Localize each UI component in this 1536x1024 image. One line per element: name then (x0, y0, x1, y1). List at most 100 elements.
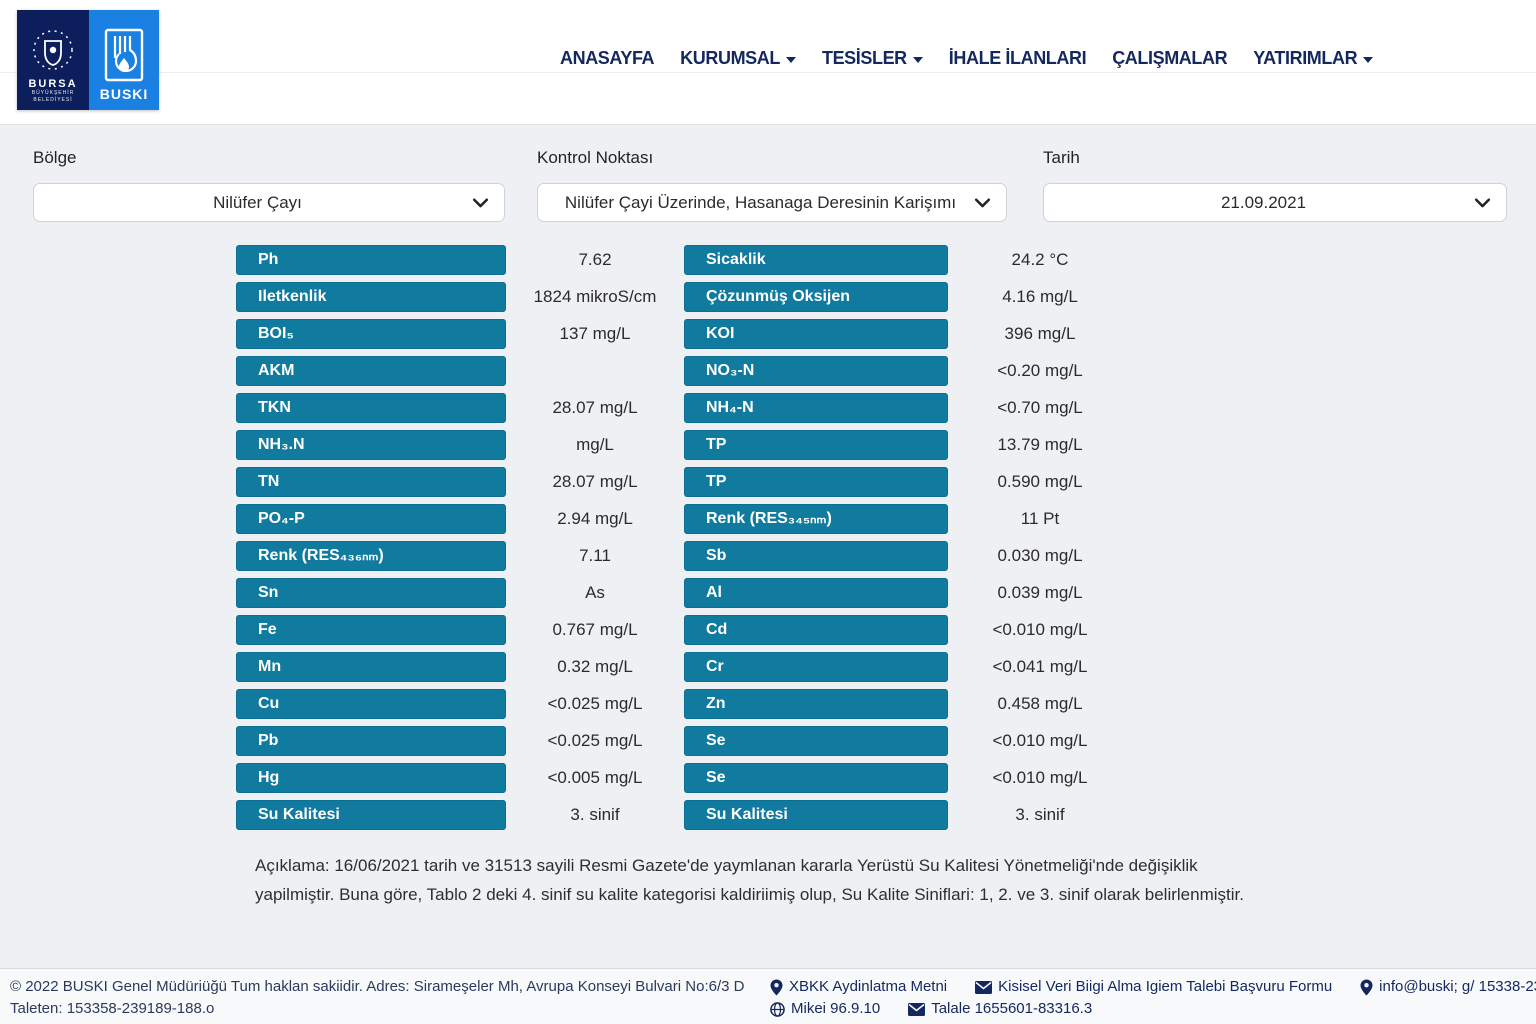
nav-item-label: ÇALIŞMALAR (1112, 48, 1227, 69)
buski-logo[interactable]: BURSA BÜYÜKŞEHİR BELEDİYESİ BUSKI (17, 10, 159, 110)
tarih-select[interactable]: 21.09.2021 (1043, 183, 1507, 222)
table-row: BOI₅ 137 mg/L KOI 396 mg/L (236, 319, 1136, 349)
table-row: AKM NO₃-N <0.20 mg/L (236, 356, 1136, 386)
kontrol-select-value: Nilüfer Çayi Üzerinde, Hasanaga Deresini… (556, 193, 965, 213)
footer-link-label: Talale 1655601-83316.3 (931, 998, 1092, 1020)
bursa-emblem-icon (31, 28, 75, 72)
logo-buski-name: BUSKI (100, 86, 149, 102)
nav-item-4[interactable]: ÇALIŞMALAR (1112, 48, 1227, 69)
parameter-label-left: Sn (236, 578, 506, 608)
logo-city-sub1: BÜYÜKŞEHİR (32, 90, 75, 97)
parameter-label-right: Cd (684, 615, 948, 645)
parameter-label-left: Ph (236, 245, 506, 275)
nav-item-5[interactable]: YATIRIMLAR (1253, 48, 1373, 69)
footer-link-2-1[interactable]: Talale 1655601-83316.3 (908, 998, 1092, 1020)
parameter-value-left: mg/L (506, 435, 684, 455)
footer-link-label: info@buski; g/ 15338-2331891 (1379, 976, 1536, 998)
parameter-label-left: TN (236, 467, 506, 497)
table-row: Renk (RES₄₃₆ₙₘ) 7.11 Sb 0.030 mg/L (236, 541, 1136, 571)
nav-item-0[interactable]: ANASAYFA (560, 48, 654, 69)
parameter-label-left: Fe (236, 615, 506, 645)
table-row: TN 28.07 mg/L TP 0.590 mg/L (236, 467, 1136, 497)
parameter-value-left: <0.025 mg/L (506, 694, 684, 714)
chevron-down-icon (471, 193, 490, 212)
footer-link-1-1[interactable]: Kisisel Veri Biigi Alma Igiem Talebi Baş… (975, 976, 1332, 998)
footer-copyright: © 2022 BUSKI Genel Müdüriüğü Tum haklan … (10, 976, 744, 998)
parameter-label-right: Sicaklik (684, 245, 948, 275)
chevron-down-icon (973, 193, 992, 212)
parameter-value-right: <0.20 mg/L (948, 361, 1132, 381)
footer-link-1-0[interactable]: XBKK Aydinlatma Metni (770, 976, 947, 998)
buski-mark: BUSKI (89, 10, 159, 110)
parameter-label-left: Mn (236, 652, 506, 682)
table-row: Su Kalitesi 3. sinif Su Kalitesi 3. sini… (236, 800, 1136, 830)
parameter-value-left: 7.11 (506, 546, 684, 566)
parameter-value-right: 0.039 mg/L (948, 583, 1132, 603)
tarih-select-value: 21.09.2021 (1062, 193, 1465, 213)
parameter-label-left: Su Kalitesi (236, 800, 506, 830)
parameter-value-right: <0.010 mg/L (948, 768, 1132, 788)
table-row: Sn As Al 0.039 mg/L (236, 578, 1136, 608)
parameter-label-left: Hg (236, 763, 506, 793)
footer-link-1-2[interactable]: info@buski; g/ 15338-2331891 (1360, 976, 1536, 998)
footer-phone: Taleten: 153358-239189-188.o (10, 998, 744, 1020)
parameter-label-left: Pb (236, 726, 506, 756)
parameter-label-left: PO₄-P (236, 504, 506, 534)
parameter-value-left: 2.94 mg/L (506, 509, 684, 529)
kontrol-noktasi-select[interactable]: Nilüfer Çayi Üzerinde, Hasanaga Deresini… (537, 183, 1007, 222)
parameter-label-right: Se (684, 726, 948, 756)
chevron-down-icon (1473, 193, 1492, 212)
parameter-value-right: 0.590 mg/L (948, 472, 1132, 492)
nav-item-3[interactable]: İHALE İLANLARI (949, 48, 1086, 69)
footer-links: XBKK Aydinlatma Metni Kisisel Veri Biigi … (770, 976, 1536, 1020)
envelope-icon (975, 981, 992, 994)
water-drop-icon (103, 28, 145, 86)
nav-item-label: KURUMSAL (680, 48, 780, 69)
parameter-label-right: Se (684, 763, 948, 793)
parameter-value-right: 396 mg/L (948, 324, 1132, 344)
envelope-icon (908, 1003, 925, 1016)
parameter-label-right: Zn (684, 689, 948, 719)
parameter-value-right: 24.2 °C (948, 250, 1132, 270)
parameter-value-left: 0.767 mg/L (506, 620, 684, 640)
main-nav: ANASAYFA KURUMSAL TESİSLER İHALE İLANLARI ÇA… (560, 48, 1373, 69)
nav-item-2[interactable]: TESİSLER (822, 48, 923, 69)
footer-link-label: Kisisel Veri Biigi Alma Igiem Talebi Baş… (998, 976, 1332, 998)
nav-item-label: ANASAYFA (560, 48, 654, 69)
parameter-value-left: 7.62 (506, 250, 684, 270)
parameter-label-left: Iletkenlik (236, 282, 506, 312)
parameter-label-right: Al (684, 578, 948, 608)
footer-link-label: XBKK Aydinlatma Metni (789, 976, 947, 998)
parameter-value-left: <0.025 mg/L (506, 731, 684, 751)
caret-down-icon (786, 57, 796, 63)
logo-city-sub2: BELEDİYESİ (33, 97, 72, 104)
parameter-label-right: Cr (684, 652, 948, 682)
table-row: TKN 28.07 mg/L NH₄-N <0.70 mg/L (236, 393, 1136, 423)
parameter-label-right: Su Kalitesi (684, 800, 948, 830)
parameter-label-left: AKM (236, 356, 506, 386)
parameter-value-right: 13.79 mg/L (948, 435, 1132, 455)
parameter-value-right: <0.010 mg/L (948, 620, 1132, 640)
header: ANASAYFA KURUMSAL TESİSLER İHALE İLANLARI ÇA… (0, 0, 1536, 125)
parameter-label-right: TP (684, 430, 948, 460)
bolge-select[interactable]: Nilüfer Çayı (33, 183, 505, 222)
table-row: Cu <0.025 mg/L Zn 0.458 mg/L (236, 689, 1136, 719)
globe-icon (770, 1002, 785, 1017)
parameter-value-left: 1824 mikroS/cm (506, 287, 684, 307)
header-divider (0, 72, 1536, 73)
pin-icon (770, 979, 783, 996)
bursa-city-logo: BURSA BÜYÜKŞEHİR BELEDİYESİ (17, 10, 89, 110)
parameter-label-left: BOI₅ (236, 319, 506, 349)
parameter-label-left: TKN (236, 393, 506, 423)
water-quality-table: Ph 7.62 Sicaklik 24.2 °C Iletkenlik 1824… (236, 245, 1136, 837)
parameter-value-right: 0.458 mg/L (948, 694, 1132, 714)
nav-item-1[interactable]: KURUMSAL (680, 48, 796, 69)
parameter-value-right: 0.030 mg/L (948, 546, 1132, 566)
parameter-label-right: Renk (RES₃₄₅ₙₘ) (684, 504, 948, 534)
table-row: Fe 0.767 mg/L Cd <0.010 mg/L (236, 615, 1136, 645)
footer-copyright-block: © 2022 BUSKI Genel Müdüriüğü Tum haklan … (10, 976, 744, 1020)
aciklama-note: Açıklama: 16/06/2021 tarih ve 31513 sayi… (255, 851, 1270, 909)
parameter-label-right: Sb (684, 541, 948, 571)
footer-link-2-0[interactable]: Mikei 96.9.10 (770, 998, 880, 1020)
footer-link-label: Mikei 96.9.10 (791, 998, 880, 1020)
